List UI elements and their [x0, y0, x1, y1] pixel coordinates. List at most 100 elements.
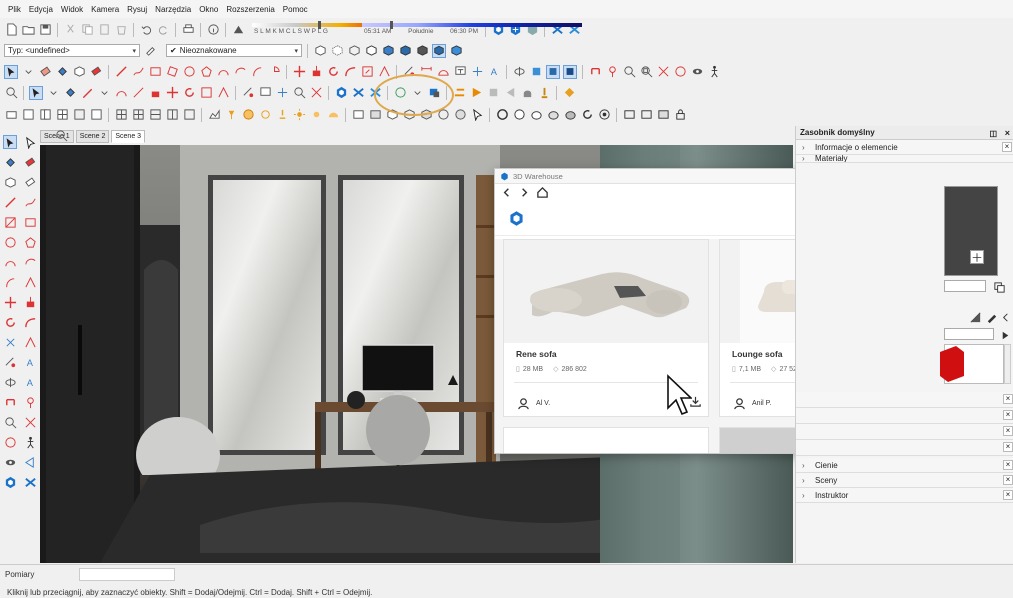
material-collection-dropdown[interactable] — [944, 328, 994, 340]
offset-icon[interactable] — [377, 65, 391, 79]
panel-materials[interactable]: › Materiały — [796, 155, 1013, 163]
settings-circle-icon[interactable] — [597, 108, 611, 122]
paint-left-icon[interactable] — [3, 155, 17, 169]
model-info-icon[interactable] — [206, 23, 220, 37]
frame3-icon[interactable] — [656, 108, 670, 122]
eraser2-left-icon[interactable] — [23, 175, 37, 189]
zoom-tool-icon[interactable] — [292, 86, 306, 100]
select-icon[interactable] — [4, 64, 18, 79]
move-icon[interactable] — [292, 65, 306, 79]
material-name-field[interactable] — [944, 280, 986, 292]
person-left-icon[interactable] — [23, 435, 37, 449]
walk-icon[interactable] — [588, 65, 602, 79]
zoom-extents-tool-icon[interactable] — [309, 86, 323, 100]
model-card[interactable] — [503, 427, 709, 453]
select-dropdown-icon[interactable] — [21, 65, 35, 79]
light-spot-icon[interactable] — [258, 108, 272, 122]
pin-icon[interactable]: ◫ — [989, 129, 997, 138]
menu-okno[interactable]: Okno — [195, 5, 222, 14]
shadows-icon[interactable] — [231, 23, 245, 37]
intersect-icon[interactable] — [38, 108, 52, 122]
menu-widok[interactable]: Widok — [57, 5, 87, 14]
text-tool-icon[interactable] — [258, 86, 272, 100]
search-icon[interactable] — [4, 86, 18, 100]
sandbox-icon[interactable] — [452, 86, 466, 100]
protractor-icon[interactable] — [436, 65, 450, 79]
teapot-icon[interactable] — [529, 108, 543, 122]
forward-icon[interactable] — [517, 186, 531, 200]
solid-tools-icon[interactable] — [4, 108, 18, 122]
panel-row[interactable]: × — [796, 392, 1013, 408]
warehouse-brand-icon[interactable] — [507, 209, 525, 227]
author[interactable]: Anil P. — [732, 396, 771, 410]
arc3-left-icon[interactable] — [3, 275, 17, 289]
cursor-tool-icon[interactable] — [470, 108, 484, 122]
polygon-icon[interactable] — [199, 65, 213, 79]
zoom-left-icon[interactable] — [3, 415, 17, 429]
select-left-icon[interactable] — [3, 135, 17, 149]
grid-icon[interactable] — [114, 108, 128, 122]
line-left-icon[interactable] — [3, 195, 17, 209]
render-icon[interactable] — [351, 108, 365, 122]
rotate-tool-icon[interactable] — [182, 86, 196, 100]
grid4-icon[interactable] — [165, 108, 179, 122]
menu-rozszerzenia[interactable]: Rozszerzenia — [222, 5, 278, 14]
position-camera-icon[interactable] — [605, 65, 619, 79]
line-icon[interactable] — [114, 65, 128, 79]
new-file-icon[interactable] — [4, 23, 18, 37]
frame-icon[interactable] — [622, 108, 636, 122]
zoom-extents-icon[interactable] — [656, 65, 670, 79]
save-icon[interactable] — [38, 23, 52, 37]
axes-icon[interactable] — [470, 65, 484, 79]
eye-left-icon[interactable] — [3, 455, 17, 469]
style-active-icon[interactable] — [432, 43, 446, 58]
tag-dropdown[interactable]: ✔ Nieoznakowane ▾ — [166, 44, 302, 57]
lamp-icon[interactable] — [224, 108, 238, 122]
menu-rysuj[interactable]: Rysuj — [123, 5, 151, 14]
arc-tool-icon[interactable] — [114, 86, 128, 100]
close-icon[interactable]: × — [1003, 475, 1013, 485]
arc2-left-icon[interactable] — [23, 255, 37, 269]
scale-tool-icon[interactable] — [199, 86, 213, 100]
scale-icon[interactable] — [360, 65, 374, 79]
open-folder-icon[interactable] — [21, 23, 35, 37]
refresh-icon[interactable] — [580, 108, 594, 122]
pie-left-icon[interactable] — [23, 275, 37, 289]
menu-narzedzia[interactable]: Narzędzia — [151, 5, 195, 14]
duplicate-icon[interactable] — [992, 280, 1006, 294]
paint-icon[interactable] — [63, 86, 77, 100]
dome-light-icon[interactable] — [326, 108, 340, 122]
delete-icon[interactable] — [114, 23, 128, 37]
eraser-left-icon[interactable] — [23, 155, 37, 169]
offset-tool-icon[interactable] — [216, 86, 230, 100]
walk-person-icon[interactable] — [707, 65, 721, 79]
stop-icon[interactable] — [486, 86, 500, 100]
model-name[interactable]: Lounge sofa — [732, 349, 783, 359]
tab-scene-2[interactable]: Scene 2 — [75, 130, 110, 143]
section-display-icon[interactable] — [546, 64, 560, 79]
panel-row[interactable]: × — [796, 424, 1013, 440]
lock-icon[interactable] — [673, 108, 687, 122]
eraser-red-icon[interactable] — [89, 65, 103, 79]
type-dropdown[interactable]: Typ: <undefined> ▾ — [4, 44, 140, 57]
teapot3-icon[interactable] — [563, 108, 577, 122]
rotated-rectangle-icon[interactable] — [165, 65, 179, 79]
panel-row[interactable]: × — [796, 408, 1013, 424]
menu-edycja[interactable]: Edycja — [25, 5, 57, 14]
date-slider[interactable]: S L M K M C L S W P L G — [252, 20, 472, 39]
paste-icon[interactable] — [97, 23, 111, 37]
material-editor-icon[interactable] — [512, 108, 526, 122]
select-tool-icon[interactable] — [29, 85, 43, 100]
freehand-icon[interactable] — [131, 65, 145, 79]
style-textured-icon[interactable] — [398, 44, 412, 58]
arc-icon[interactable] — [216, 65, 230, 79]
trim-icon[interactable] — [89, 108, 103, 122]
rectangle-icon[interactable] — [148, 65, 162, 79]
style-hiddenline-icon[interactable] — [364, 44, 378, 58]
print-icon[interactable] — [181, 23, 195, 37]
move-tool-icon[interactable] — [165, 86, 179, 100]
menu-plik[interactable]: Plik — [4, 5, 25, 14]
details-arrow-icon[interactable] — [998, 328, 1012, 342]
component-left-icon[interactable] — [3, 175, 17, 189]
arc2-icon[interactable] — [233, 65, 247, 79]
